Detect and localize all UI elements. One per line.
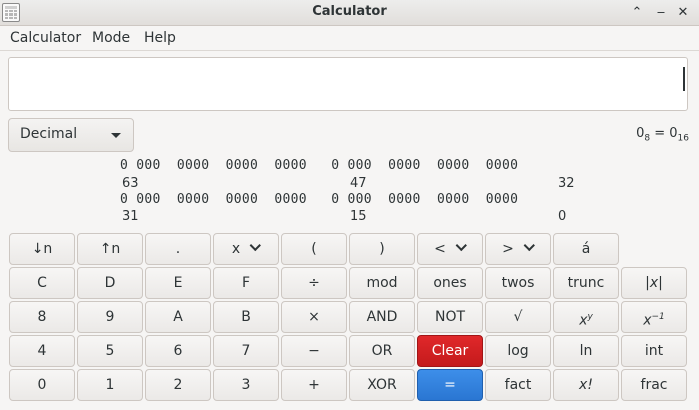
shift-left-menu-button[interactable]: < [417, 233, 483, 265]
shift-right-menu-label: > [502, 241, 514, 257]
digit-0-button[interactable]: 0 [9, 369, 75, 401]
hex-e-button[interactable]: E [145, 267, 211, 299]
ones-complement-button[interactable]: ones [417, 267, 483, 299]
twos-complement-button[interactable]: twos [485, 267, 551, 299]
trunc-button[interactable]: trunc [553, 267, 619, 299]
digit-6-button[interactable]: 6 [145, 335, 211, 367]
int-button[interactable]: int [621, 335, 687, 367]
bit-label-47: 47 [350, 176, 367, 191]
base-select-label: Decimal [20, 126, 78, 142]
equals-button[interactable]: = [417, 369, 483, 401]
number-base-select[interactable]: Decimal [8, 118, 134, 152]
mod-button[interactable]: mod [349, 267, 415, 299]
hex-c-button[interactable]: C [9, 267, 75, 299]
chevron-down-icon [523, 239, 535, 252]
add-button[interactable]: + [281, 369, 347, 401]
subtract-button[interactable]: − [281, 335, 347, 367]
digit-7-button[interactable]: 7 [213, 335, 279, 367]
hex-f-button[interactable]: F [213, 267, 279, 299]
open-paren-button[interactable]: ( [281, 233, 347, 265]
inverse-button[interactable]: x−1 [621, 301, 687, 333]
menu-bar: Calculator Mode Help [0, 26, 699, 51]
hex-d-button[interactable]: D [77, 267, 143, 299]
square-root-button[interactable]: √ [485, 301, 551, 333]
chevron-down-icon [455, 239, 467, 252]
conv-right-value: 0 [669, 126, 678, 141]
hex-b-button[interactable]: B [213, 301, 279, 333]
hex-a-button[interactable]: A [145, 301, 211, 333]
inverse-exp-label: −1 [651, 312, 665, 322]
divide-button[interactable]: ÷ [281, 267, 347, 299]
power-button[interactable]: xy [553, 301, 619, 333]
conv-right-base: 16 [677, 133, 689, 144]
window-title: Calculator [312, 4, 387, 19]
digit-4-button[interactable]: 4 [9, 335, 75, 367]
bit-label-63: 63 [122, 176, 139, 191]
digit-5-button[interactable]: 5 [77, 335, 143, 367]
menu-mode[interactable]: Mode [92, 30, 130, 46]
shift-left-menu-label: < [434, 241, 446, 257]
title-bar: Calculator ⌃ ‒ ✕ [0, 0, 699, 26]
not-button[interactable]: NOT [417, 301, 483, 333]
maximize-icon[interactable]: ⌃ [627, 3, 647, 23]
shift-right-menu-button[interactable]: > [485, 233, 551, 265]
base-conversion-readout: 08 = 016 [636, 126, 689, 144]
shift-right-button[interactable]: ↑n [77, 233, 143, 265]
ln-button[interactable]: ln [553, 335, 619, 367]
xor-button[interactable]: XOR [349, 369, 415, 401]
chevron-down-icon [111, 133, 121, 138]
bit-row-high[interactable]: 0 000 0000 0000 0000 0 000 0000 0000 000… [120, 158, 518, 173]
bit-label-32: 32 [558, 176, 575, 191]
power-exp-label: y [587, 312, 593, 322]
clear-button[interactable]: Clear [417, 335, 483, 367]
inverse-base-label: x [643, 312, 652, 329]
abs-button[interactable]: |x| [621, 267, 687, 299]
text-cursor [683, 67, 685, 91]
minimize-icon[interactable]: ‒ [651, 3, 671, 23]
chevron-down-icon [249, 239, 262, 252]
or-button[interactable]: OR [349, 335, 415, 367]
fact-button[interactable]: fact [485, 369, 551, 401]
close-paren-button[interactable]: ) [349, 233, 415, 265]
variable-menu-label: x [231, 241, 241, 257]
character-code-button[interactable]: á [553, 233, 619, 265]
calculation-display[interactable] [8, 57, 688, 111]
decimal-point-button[interactable]: . [145, 233, 211, 265]
conv-equals: = [650, 126, 670, 141]
bit-label-15: 15 [350, 209, 367, 224]
digit-3-button[interactable]: 3 [213, 369, 279, 401]
and-button[interactable]: AND [349, 301, 415, 333]
frac-button[interactable]: frac [621, 369, 687, 401]
menu-calculator[interactable]: Calculator [10, 30, 81, 46]
digit-8-button[interactable]: 8 [9, 301, 75, 333]
menu-help[interactable]: Help [144, 30, 176, 46]
factorial-button[interactable]: x! [553, 369, 619, 401]
variable-menu-button[interactable]: x [213, 233, 279, 265]
bit-label-0: 0 [558, 209, 567, 224]
digit-1-button[interactable]: 1 [77, 369, 143, 401]
close-icon[interactable]: ✕ [673, 3, 693, 23]
digit-9-button[interactable]: 9 [77, 301, 143, 333]
digit-2-button[interactable]: 2 [145, 369, 211, 401]
log-button[interactable]: log [485, 335, 551, 367]
bit-row-low[interactable]: 0 000 0000 0000 0000 0 000 0000 0000 000… [120, 192, 518, 207]
shift-left-button[interactable]: ↓n [9, 233, 75, 265]
bit-label-31: 31 [122, 209, 139, 224]
multiply-button[interactable]: × [281, 301, 347, 333]
